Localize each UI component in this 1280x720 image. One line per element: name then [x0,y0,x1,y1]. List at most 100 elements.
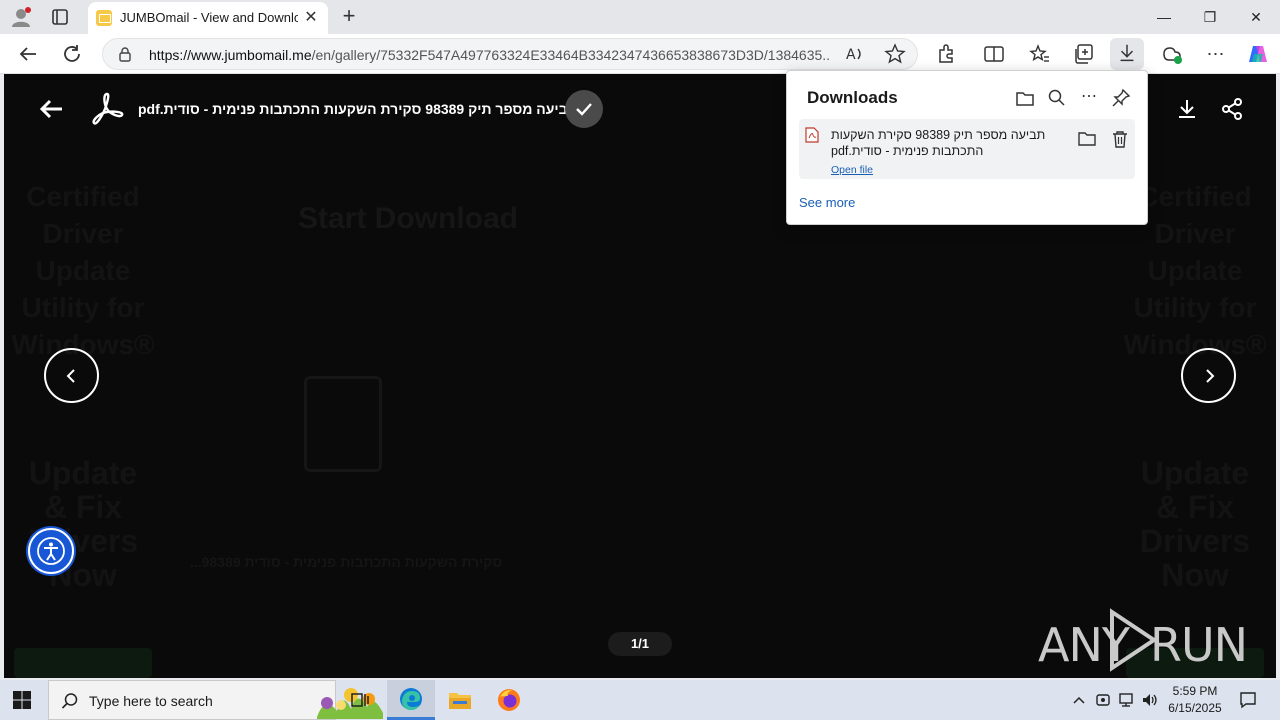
tab-strip: JUMBOmail - View and Download ✕ + — ❐ ✕ [0,0,1280,34]
search-placeholder: Type here to search [89,693,213,709]
pin-downloads-icon[interactable] [1110,87,1132,109]
viewer-share-icon[interactable] [1219,96,1245,122]
favorites-icon[interactable] [1028,42,1052,66]
back-icon[interactable] [16,42,40,66]
check-icon [576,103,592,116]
file-explorer-button[interactable] [436,680,484,720]
ad-line: Update [1140,455,1250,491]
clock-time: 5:59 PM [1172,684,1218,698]
edge-browser-icon [400,687,422,710]
browser-toolbar: https://www.jumbomail.me/en/gallery/7533… [0,34,1280,74]
url-domain: https://www.jumbomail.me [149,47,312,63]
task-view-icon [351,693,369,707]
previous-page-button[interactable] [44,348,99,403]
svg-text:A: A [846,47,856,63]
next-page-button[interactable] [1181,348,1236,403]
windows-start-icon[interactable] [12,690,32,710]
ad-line: & Fix [1155,489,1235,525]
browser-essentials-icon[interactable] [1160,42,1184,66]
background-filename: סקירת השקעות התכתבות פנימית - סודית 9838… [190,554,503,570]
ad-line: Now [1161,557,1229,593]
taskbar-search-box[interactable]: Type here to search [48,680,383,720]
meet-now-icon[interactable] [1094,691,1112,709]
show-hidden-icons-chevron-up-icon[interactable] [1070,691,1088,709]
downloads-title: Downloads [807,88,898,107]
ad-line: & Fix [43,489,123,525]
background-file-icon [304,376,382,472]
download-icon [1120,44,1134,62]
ad-line: Update [1147,255,1243,286]
page-counter: 1/1 [608,632,672,656]
tab-actions-icon[interactable] [50,7,70,27]
restore-button[interactable]: ❐ [1187,0,1233,34]
copilot-icon[interactable] [1246,42,1270,66]
url-path: /en/gallery/75332F547A497763324E33464B33… [311,47,829,63]
refresh-icon[interactable] [60,42,84,66]
viewer-download-icon[interactable] [1174,96,1200,122]
file-title: תביעה מספר תיק 98389 סקירת השקעות התכתבו… [138,101,578,117]
pdf-file-icon [805,127,819,143]
close-window-button[interactable]: ✕ [1233,0,1279,34]
background-button-left [14,648,152,678]
ad-line: Utility for [1133,292,1257,323]
firefox-taskbar-button[interactable] [485,680,533,720]
background-start-download: Start Download [298,202,519,235]
open-file-link[interactable]: Open file [831,164,873,176]
file-explorer-folder-icon [449,693,471,709]
new-tab-button[interactable]: + [338,5,360,28]
notifications-icon[interactable] [1238,690,1258,710]
search-downloads-icon[interactable] [1046,87,1068,109]
ad-line: Utility for [21,292,145,323]
ad-line: Driver [42,218,124,249]
viewer-back-icon[interactable] [36,94,66,124]
url-text[interactable]: https://www.jumbomail.me/en/gallery/7533… [149,47,829,63]
ad-line: Update [35,255,131,286]
downloads-more-options-icon[interactable]: ⋯ [1078,87,1100,109]
collections-icon[interactable] [1072,42,1096,66]
extensions-icon[interactable] [934,42,958,66]
split-screen-icon[interactable] [982,42,1006,66]
downloads-flyout: Downloads ⋯ תביעה מספר תיק 98389 סקירת ה… [786,70,1148,225]
open-downloads-folder-icon[interactable] [1014,87,1036,109]
favorite-star-icon[interactable] [883,42,907,66]
background-ad-right-bottom: Update & Fix Drivers Now [1120,456,1270,592]
tab-close-icon[interactable]: ✕ [302,9,320,27]
accessibility-button[interactable] [28,528,74,574]
task-view-button[interactable] [336,680,384,720]
firefox-icon [498,689,520,711]
tab-title: JUMBOmail - View and Download [120,10,298,25]
settings-more-icon[interactable]: ⋯ [1204,42,1228,66]
done-check-button[interactable] [565,90,603,128]
taskbar-clock[interactable]: 5:59 PM 6/15/2025 [1166,683,1224,717]
acrobat-pdf-icon [92,92,124,125]
address-bar[interactable]: https://www.jumbomail.me/en/gallery/7533… [102,38,918,70]
site-info-lock-icon[interactable] [117,46,133,62]
ad-line: Drivers [1139,523,1251,559]
show-in-folder-icon[interactable] [1077,129,1097,147]
network-icon[interactable] [1117,691,1135,709]
anyrun-watermark-logo: ANY RUN [1038,608,1248,672]
chevron-right-icon [1205,368,1214,383]
download-item[interactable]: תביעה מספר תיק 98389 סקירת השקעות התכתבו… [799,119,1135,179]
download-item-name: תביעה מספר תיק 98389 סקירת השקעות התכתבו… [831,128,1046,158]
minimize-button[interactable]: — [1141,0,1187,34]
watermark-text-right: RUN [1150,618,1248,672]
windows-taskbar: Type here to search 5:59 PM 6/15/2025 [0,680,1280,720]
see-more-link[interactable]: See more [799,195,855,210]
profile-avatar-icon[interactable] [10,6,32,28]
jumbomail-favicon-icon [96,10,112,26]
volume-icon[interactable] [1141,691,1159,709]
ad-line: Update [28,455,138,491]
ad-line: Certified [26,181,140,212]
chevron-left-icon [66,368,75,383]
read-aloud-icon[interactable]: A [843,42,867,66]
search-icon [61,693,78,709]
background-ad-left-bottom: Update & Fix Drivers Now [8,456,158,592]
active-tab[interactable]: JUMBOmail - View and Download ✕ [88,2,328,34]
downloads-button[interactable] [1110,38,1144,70]
clock-date: 6/15/2025 [1168,701,1222,715]
edge-taskbar-button[interactable] [387,680,435,720]
background-ad-left: Certified Driver Update Utility for Wind… [8,178,158,363]
accessibility-icon [37,537,65,565]
delete-trash-icon[interactable] [1111,129,1129,149]
